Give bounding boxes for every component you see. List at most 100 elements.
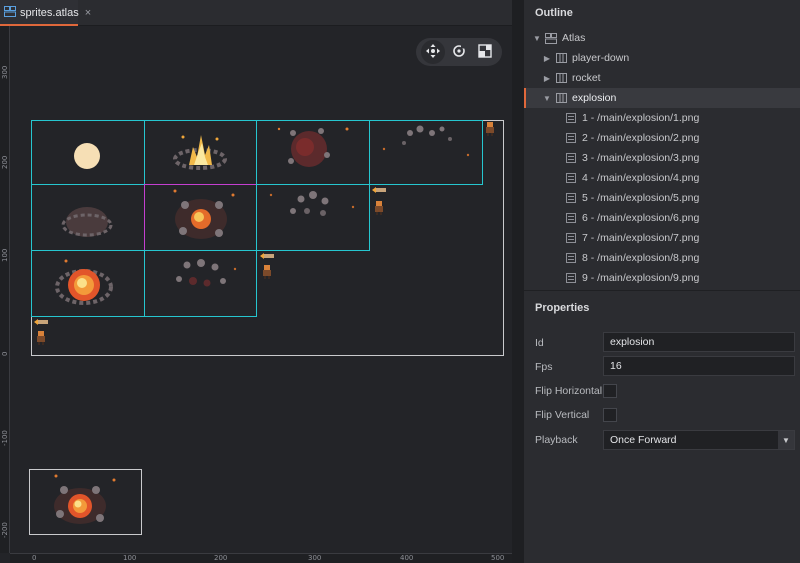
tree-item-frame[interactable]: 2 - /main/explosion/2.png [524,128,800,148]
atlas-cell-explosion-2[interactable] [144,120,257,185]
flip-vertical-label: Flip Vertical [535,409,590,421]
player-sprite[interactable] [36,331,46,345]
animation-icon [555,92,567,104]
tree-item-label: 4 - /main/explosion/4.png [582,172,700,184]
ruler-tick-label: 200 [1,155,9,169]
tab-label: sprites.atlas [20,7,79,19]
playback-value: Once Forward [610,434,677,446]
atlas-cell-explosion-7[interactable] [256,184,370,251]
chevron-right-icon[interactable]: ▶ [542,74,552,83]
sprite-explosion-8 [55,259,113,305]
manipulator-toolbar [416,38,502,66]
image-icon [565,172,577,184]
close-icon[interactable]: × [85,7,91,19]
sprite-explosion-6 [173,189,235,239]
atlas-cell-explosion-4[interactable] [369,120,483,185]
atlas-cell-explosion-6[interactable] [144,184,257,251]
animation-preview [29,469,142,535]
sprite-explosion-4 [382,125,470,157]
rotate-tool-button[interactable] [447,40,471,64]
ruler-tick-label: -100 [1,430,9,446]
atlas-icon [545,32,557,44]
ruler-tick-label: 400 [400,554,414,562]
ruler-tick-label: 100 [1,248,9,262]
scale-tool-button[interactable] [473,40,497,64]
playback-label: Playback [535,434,578,446]
tree-item-explosion[interactable]: ▼ explosion [524,88,800,108]
tree-item-frame[interactable]: 3 - /main/explosion/3.png [524,148,800,168]
sprite-explosion-1 [74,143,100,169]
horizontal-ruler: 0 100 200 300 400 500 [10,553,512,563]
atlas-cell-explosion-8[interactable] [31,250,145,317]
image-icon [565,192,577,204]
tree-item-frame[interactable]: 8 - /main/explosion/8.png [524,248,800,268]
image-icon [565,272,577,284]
atlas-cell-explosion-1[interactable] [31,120,145,185]
atlas-cell-explosion-5[interactable] [31,184,145,251]
tree-item-label: 2 - /main/explosion/2.png [582,132,700,144]
atlas-bounds [31,120,504,356]
tab-bar: sprites.atlas × [0,0,512,26]
tree-item-label: explosion [572,92,617,104]
flip-horizontal-label: Flip Horizontal [535,385,603,397]
tree-item-frame[interactable]: 7 - /main/explosion/7.png [524,228,800,248]
vertical-ruler: 300 200 100 0 -100 -200 [0,26,10,553]
flip-horizontal-checkbox[interactable] [603,384,617,398]
ruler-tick-label: 200 [214,554,228,562]
image-icon [565,132,577,144]
move-icon [426,43,440,61]
tree-item-frame[interactable]: 6 - /main/explosion/6.png [524,208,800,228]
tree-item-frame[interactable]: 1 - /main/explosion/1.png [524,108,800,128]
rocket-sprite[interactable] [372,187,388,193]
atlas-cell-explosion-3[interactable] [256,120,370,185]
tree-item-player-down[interactable]: ▶ player-down [524,48,800,68]
tree-item-frame[interactable]: 4 - /main/explosion/4.png [524,168,800,188]
image-icon [565,152,577,164]
ruler-tick-label: 500 [491,554,505,562]
player-sprite[interactable] [485,122,495,136]
rocket-sprite[interactable] [34,319,50,325]
ruler-tick-label: 300 [308,554,322,562]
atlas-file-icon [4,6,16,20]
tree-item-label: 1 - /main/explosion/1.png [582,112,700,124]
outline-tree: ▼ Atlas ▶ player-down ▶ rocket ▼ explosi… [524,28,800,290]
panel-splitter[interactable] [512,0,524,563]
tree-item-frame[interactable]: 9 - /main/explosion/9.png [524,268,800,288]
move-tool-button[interactable] [421,40,445,64]
playback-select[interactable]: Once Forward ▼ [603,430,795,450]
atlas-editor: sprites.atlas × 300 200 100 0 -100 -200 … [0,0,512,563]
chevron-down-icon[interactable]: ▼ [778,431,794,449]
player-sprite[interactable] [262,265,272,279]
player-sprite[interactable] [374,201,384,215]
tree-item-atlas[interactable]: ▼ Atlas [524,28,800,48]
animation-icon [555,52,567,64]
sprite-explosion-2 [173,135,227,170]
chevron-right-icon[interactable]: ▶ [542,54,552,63]
chevron-down-icon[interactable]: ▼ [542,94,552,103]
chevron-down-icon[interactable]: ▼ [532,34,542,43]
flip-vertical-checkbox[interactable] [603,408,617,422]
fps-field[interactable]: 16 [603,356,795,376]
ruler-tick-label: 100 [123,554,137,562]
tree-item-frame[interactable]: 5 - /main/explosion/5.png [524,188,800,208]
outline-title: Outline [535,7,573,19]
sprite-explosion-9 [176,259,237,287]
tree-item-label: player-down [572,52,630,64]
properties-title: Properties [535,302,590,314]
atlas-cell-explosion-9[interactable] [144,250,257,317]
id-field[interactable]: explosion [603,332,795,352]
tab-sprites-atlas[interactable]: sprites.atlas × [0,0,91,26]
sprite-explosion-5 [61,207,113,237]
tree-item-label: 8 - /main/explosion/8.png [582,252,700,264]
preview-sprite [54,474,116,524]
animation-icon [555,72,567,84]
tree-item-rocket[interactable]: ▶ rocket [524,68,800,88]
image-icon [565,112,577,124]
rocket-sprite[interactable] [260,253,276,259]
tree-item-label: 7 - /main/explosion/7.png [582,232,700,244]
image-icon [565,252,577,264]
scale-icon [478,43,492,61]
image-icon [565,212,577,224]
id-label: Id [535,337,544,349]
tree-item-label: 3 - /main/explosion/3.png [582,152,700,164]
